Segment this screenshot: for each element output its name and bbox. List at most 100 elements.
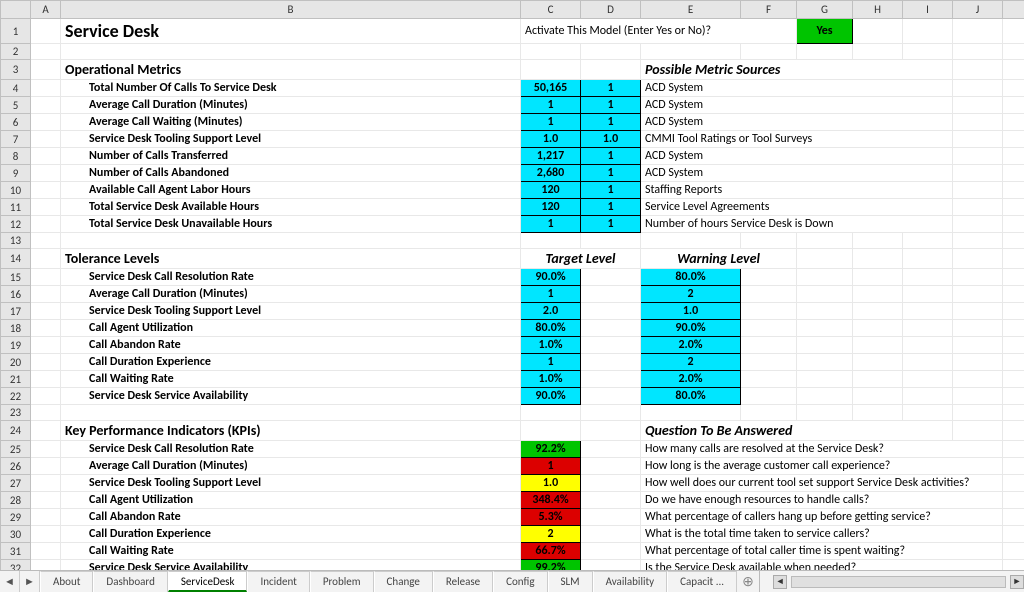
- cell[interactable]: [581, 543, 641, 560]
- cell[interactable]: [581, 421, 641, 441]
- tab-config[interactable]: Config: [493, 571, 547, 592]
- tab-nav-next[interactable]: ►: [20, 571, 40, 592]
- cell[interactable]: [31, 44, 61, 60]
- cell[interactable]: [1003, 97, 1024, 114]
- kpi-value[interactable]: 92.2%: [521, 441, 581, 458]
- col-header-G[interactable]: G: [797, 1, 853, 19]
- row-header-2[interactable]: 2: [1, 44, 31, 60]
- cell[interactable]: [31, 80, 61, 97]
- scroll-track[interactable]: [791, 576, 1006, 588]
- cell[interactable]: [581, 441, 641, 458]
- tolerance-warning[interactable]: 80.0%: [641, 269, 741, 286]
- cell[interactable]: [853, 354, 903, 371]
- tolerance-target[interactable]: 1: [521, 286, 581, 303]
- metric-value-d[interactable]: 1: [581, 216, 641, 233]
- row-header-28[interactable]: 28: [1, 492, 31, 509]
- cell[interactable]: [61, 405, 521, 421]
- tolerance-target[interactable]: 90.0%: [521, 269, 581, 286]
- cell[interactable]: [521, 44, 581, 60]
- cell[interactable]: [953, 303, 1003, 320]
- col-header-B[interactable]: B: [61, 1, 521, 19]
- cell[interactable]: [1003, 405, 1024, 421]
- cell[interactable]: [581, 388, 641, 405]
- cell[interactable]: [31, 148, 61, 165]
- cell[interactable]: [953, 421, 1003, 441]
- row-header-25[interactable]: 25: [1, 441, 31, 458]
- tolerance-warning[interactable]: 2: [641, 286, 741, 303]
- tolerance-warning[interactable]: 2: [641, 354, 741, 371]
- row-header-1[interactable]: 1: [1, 19, 31, 44]
- cell[interactable]: [953, 233, 1003, 249]
- col-header-I[interactable]: I: [903, 1, 953, 19]
- cell[interactable]: [581, 405, 641, 421]
- cell[interactable]: [31, 405, 61, 421]
- metric-value-d[interactable]: 1: [581, 199, 641, 216]
- cell[interactable]: [31, 114, 61, 131]
- cell[interactable]: [903, 44, 953, 60]
- row-header-31[interactable]: 31: [1, 543, 31, 560]
- horizontal-scrollbar[interactable]: ◄ ►: [765, 571, 1024, 592]
- kpi-value[interactable]: 348.4%: [521, 492, 581, 509]
- metric-value-c[interactable]: 1: [521, 216, 581, 233]
- cell[interactable]: [61, 44, 521, 60]
- cell[interactable]: [853, 233, 903, 249]
- add-sheet-button[interactable]: ⊕: [737, 571, 759, 592]
- cell[interactable]: [903, 303, 953, 320]
- col-header-H[interactable]: H: [853, 1, 903, 19]
- cell[interactable]: [741, 337, 797, 354]
- cell[interactable]: [903, 320, 953, 337]
- cell[interactable]: [581, 320, 641, 337]
- row-header-9[interactable]: 9: [1, 165, 31, 182]
- metric-value-c[interactable]: 2,680: [521, 165, 581, 182]
- tolerance-warning[interactable]: 90.0%: [641, 320, 741, 337]
- kpi-value[interactable]: 99.2%: [521, 560, 581, 571]
- row-header-6[interactable]: 6: [1, 114, 31, 131]
- cell[interactable]: [853, 249, 903, 269]
- cell[interactable]: [1003, 19, 1024, 44]
- cell[interactable]: [853, 337, 903, 354]
- cell[interactable]: [581, 269, 641, 286]
- row-header-4[interactable]: 4: [1, 80, 31, 97]
- cell[interactable]: [741, 354, 797, 371]
- row-header-3[interactable]: 3: [1, 60, 31, 80]
- kpi-value[interactable]: 1: [521, 458, 581, 475]
- cell[interactable]: [581, 526, 641, 543]
- cell[interactable]: [31, 492, 61, 509]
- tolerance-warning[interactable]: 80.0%: [641, 388, 741, 405]
- cell[interactable]: [31, 388, 61, 405]
- cell[interactable]: [31, 249, 61, 269]
- cell[interactable]: [1003, 560, 1024, 571]
- cell[interactable]: [741, 269, 797, 286]
- cell[interactable]: [853, 44, 903, 60]
- metric-value-c[interactable]: 120: [521, 182, 581, 199]
- cell[interactable]: [797, 320, 853, 337]
- tolerance-target[interactable]: 2.0: [521, 303, 581, 320]
- cell[interactable]: [581, 44, 641, 60]
- cell[interactable]: [1003, 44, 1024, 60]
- kpi-value[interactable]: 66.7%: [521, 543, 581, 560]
- cell[interactable]: [521, 233, 581, 249]
- row-header-32[interactable]: 32: [1, 560, 31, 571]
- cell[interactable]: [953, 388, 1003, 405]
- cell[interactable]: [741, 388, 797, 405]
- cell[interactable]: [953, 286, 1003, 303]
- cell[interactable]: [797, 371, 853, 388]
- cell[interactable]: [31, 475, 61, 492]
- cell[interactable]: [853, 405, 903, 421]
- tab-about[interactable]: About: [40, 571, 93, 592]
- cell[interactable]: [741, 320, 797, 337]
- row-header-16[interactable]: 16: [1, 286, 31, 303]
- row-header-27[interactable]: 27: [1, 475, 31, 492]
- cell[interactable]: [903, 233, 953, 249]
- metric-value-c[interactable]: 120: [521, 199, 581, 216]
- metric-value-c[interactable]: 1,217: [521, 148, 581, 165]
- cell[interactable]: [853, 269, 903, 286]
- cell[interactable]: [581, 60, 641, 80]
- cell[interactable]: [1003, 233, 1024, 249]
- cell[interactable]: [953, 131, 1003, 148]
- cell[interactable]: [581, 475, 641, 492]
- tab-nav-prev[interactable]: ◄: [0, 571, 20, 592]
- metric-value-d[interactable]: 1: [581, 165, 641, 182]
- metric-value-d[interactable]: 1: [581, 97, 641, 114]
- cell[interactable]: [581, 458, 641, 475]
